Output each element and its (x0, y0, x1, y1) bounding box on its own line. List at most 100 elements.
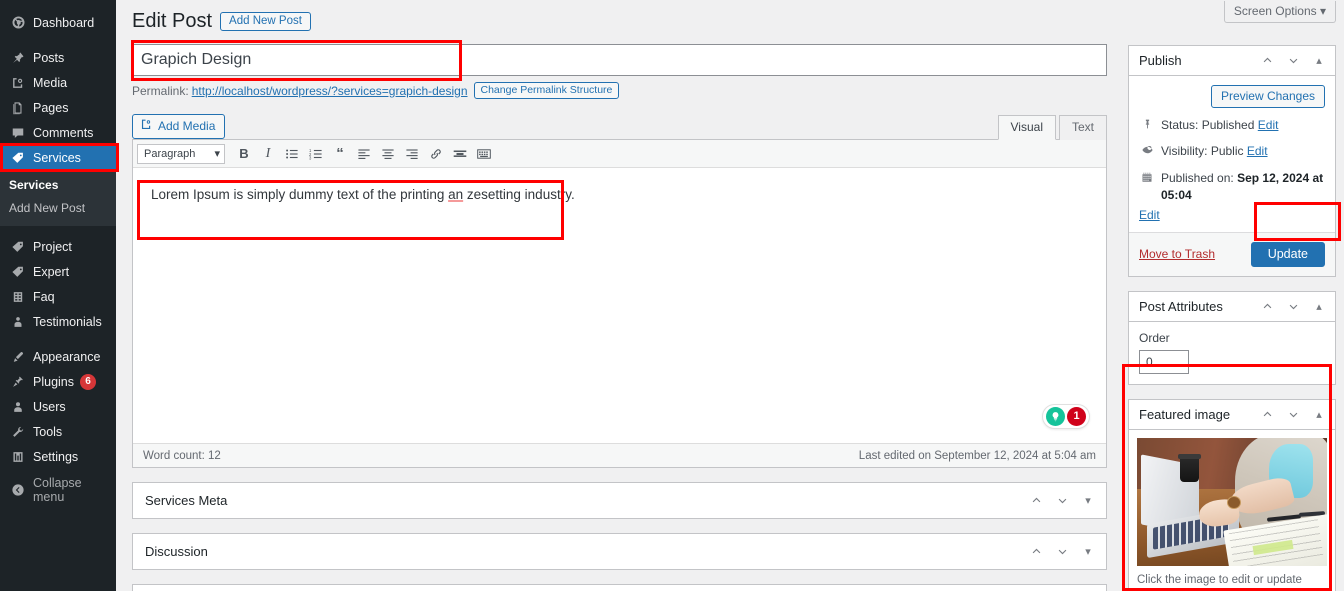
services-submenu: Services Add New Post (0, 170, 116, 226)
sidebar-item-label: Tools (33, 424, 63, 439)
blockquote-icon[interactable]: “ (329, 144, 351, 164)
paragraph-format-select[interactable]: Paragraph ▾ (137, 143, 225, 164)
italic-icon[interactable]: I (257, 144, 279, 164)
numbered-list-icon[interactable]: 123 (305, 144, 327, 164)
move-to-trash-link[interactable]: Move to Trash (1139, 247, 1215, 261)
metabox-header[interactable]: Comments ▾ (133, 585, 1106, 591)
sidebar-item-label: Testimonials (33, 314, 102, 329)
move-down-icon[interactable] (1054, 544, 1070, 560)
chevron-down-icon: ▾ (1319, 4, 1326, 18)
submenu-item-add-new-post[interactable]: Add New Post (0, 197, 116, 220)
add-media-button[interactable]: Add Media (132, 114, 226, 139)
sidebar-item-label: Appearance (33, 349, 101, 364)
tools-icon (9, 423, 27, 441)
move-down-icon[interactable] (1285, 406, 1301, 422)
sidebar-item-tools[interactable]: Tools (0, 419, 116, 444)
tab-visual[interactable]: Visual (997, 115, 1056, 140)
preview-changes-button[interactable]: Preview Changes (1210, 85, 1325, 108)
add-new-post-button[interactable]: Add New Post (220, 11, 311, 31)
photo-coffee-cup (1180, 455, 1199, 482)
calendar-icon (1139, 170, 1155, 183)
status-edit-link[interactable]: Edit (1258, 118, 1279, 132)
submenu-item-services[interactable]: Services (0, 174, 116, 197)
post-attributes-header: Post Attributes ▴ (1129, 292, 1335, 322)
sidebar-item-project[interactable]: Project (0, 234, 116, 259)
sidebar-item-comments[interactable]: Comments (0, 120, 116, 145)
metabox-services-meta: Services Meta ▾ (132, 482, 1107, 519)
grammarly-badge[interactable]: 1 (1042, 404, 1090, 429)
order-input[interactable] (1139, 349, 1189, 374)
toggle-panel-icon[interactable]: ▾ (1080, 544, 1096, 560)
visibility-edit-link[interactable]: Edit (1247, 144, 1268, 158)
bold-icon[interactable]: B (233, 144, 255, 164)
move-up-icon[interactable] (1028, 493, 1044, 509)
sidebar-divider (0, 35, 116, 45)
bulleted-list-icon[interactable] (281, 144, 303, 164)
media-icon (9, 74, 27, 92)
sidebar-item-expert[interactable]: Expert (0, 259, 116, 284)
move-up-icon[interactable] (1028, 544, 1044, 560)
toggle-panel-icon[interactable]: ▴ (1311, 298, 1327, 314)
format-select-label: Paragraph (144, 147, 196, 160)
chevron-down-icon: ▾ (214, 148, 220, 160)
move-down-icon[interactable] (1054, 493, 1070, 509)
sidebar-item-label: Posts (33, 50, 65, 65)
read-more-icon[interactable] (449, 144, 471, 164)
sidebar-item-users[interactable]: Users (0, 394, 116, 419)
status-value: Published (1201, 118, 1255, 132)
toggle-panel-icon[interactable]: ▴ (1311, 406, 1327, 422)
sidebar-item-settings[interactable]: Settings (0, 444, 116, 469)
move-up-icon[interactable] (1259, 298, 1275, 314)
move-up-icon[interactable] (1259, 406, 1275, 422)
metabox-title: Discussion (145, 544, 208, 559)
toolbar-toggle-icon[interactable] (473, 144, 495, 164)
visibility-row: Visibility: Public Edit (1139, 143, 1325, 160)
change-permalink-structure-button[interactable]: Change Permalink Structure (473, 82, 620, 99)
sidebar-item-testimonials[interactable]: Testimonials (0, 309, 116, 334)
move-down-icon[interactable] (1285, 298, 1301, 314)
sidebar-item-collapse-menu[interactable]: Collapse menu (0, 476, 116, 504)
editor-content-area[interactable]: Lorem Ipsum is simply dummy text of the … (133, 168, 1106, 443)
align-left-icon[interactable] (353, 144, 375, 164)
editor-box: Paragraph ▾ B I 123 “ Lorem Ipsum is sim… (132, 139, 1107, 468)
sidebar-item-appearance[interactable]: Appearance (0, 344, 116, 369)
featured-image-thumbnail[interactable] (1137, 437, 1327, 566)
align-right-icon[interactable] (401, 144, 423, 164)
align-center-icon[interactable] (377, 144, 399, 164)
sidebar-item-services[interactable]: Services (0, 145, 116, 170)
sidebar-item-plugins[interactable]: Plugins 6 (0, 369, 116, 394)
toggle-panel-icon[interactable]: ▴ (1311, 53, 1327, 69)
sidebar-item-media[interactable]: Media (0, 70, 116, 95)
metabox-comments: Comments ▾ (132, 584, 1107, 591)
link-icon[interactable] (425, 144, 447, 164)
eye-icon (1139, 143, 1155, 156)
status-label: Status: (1161, 118, 1199, 132)
dashboard-icon (9, 14, 27, 32)
sidebar-item-faq[interactable]: Faq (0, 284, 116, 309)
sidebar-item-label: Dashboard (33, 15, 95, 30)
sidebar-item-pages[interactable]: Pages (0, 95, 116, 120)
sidebar-item-dashboard[interactable]: Dashboard (0, 10, 116, 35)
metabox-header[interactable]: Services Meta ▾ (133, 483, 1106, 518)
published-on-row: Published on: Sep 12, 2024 at 05:04 (1139, 170, 1325, 205)
admin-sidebar: Dashboard Posts Media Pages Comments Ser… (0, 0, 116, 591)
featured-image-title: Featured image (1139, 406, 1231, 422)
move-down-icon[interactable] (1285, 53, 1301, 69)
post-title-input[interactable] (132, 44, 1107, 76)
permalink-url-link[interactable]: http://localhost/wordpress/?services=gra… (192, 84, 468, 98)
sidebar-item-label: Project (33, 239, 72, 254)
tab-text[interactable]: Text (1058, 115, 1107, 140)
metabox-header[interactable]: Discussion ▾ (133, 534, 1106, 569)
toggle-panel-icon[interactable]: ▾ (1080, 493, 1096, 509)
plugins-update-badge: 6 (80, 373, 96, 390)
published-edit-link[interactable]: Edit (1139, 208, 1160, 222)
featured-image-caption: Click the image to edit or update (1137, 573, 1302, 586)
update-button[interactable]: Update (1250, 241, 1325, 267)
screen-options-button[interactable]: Screen Options ▾ (1223, 1, 1336, 23)
featured-image-body: Click the image to edit or update Remove… (1129, 430, 1335, 591)
move-up-icon[interactable] (1259, 53, 1275, 69)
sidebar-item-posts[interactable]: Posts (0, 45, 116, 70)
comments-icon (9, 124, 27, 142)
plugins-icon (9, 373, 27, 391)
pages-icon (9, 99, 27, 117)
